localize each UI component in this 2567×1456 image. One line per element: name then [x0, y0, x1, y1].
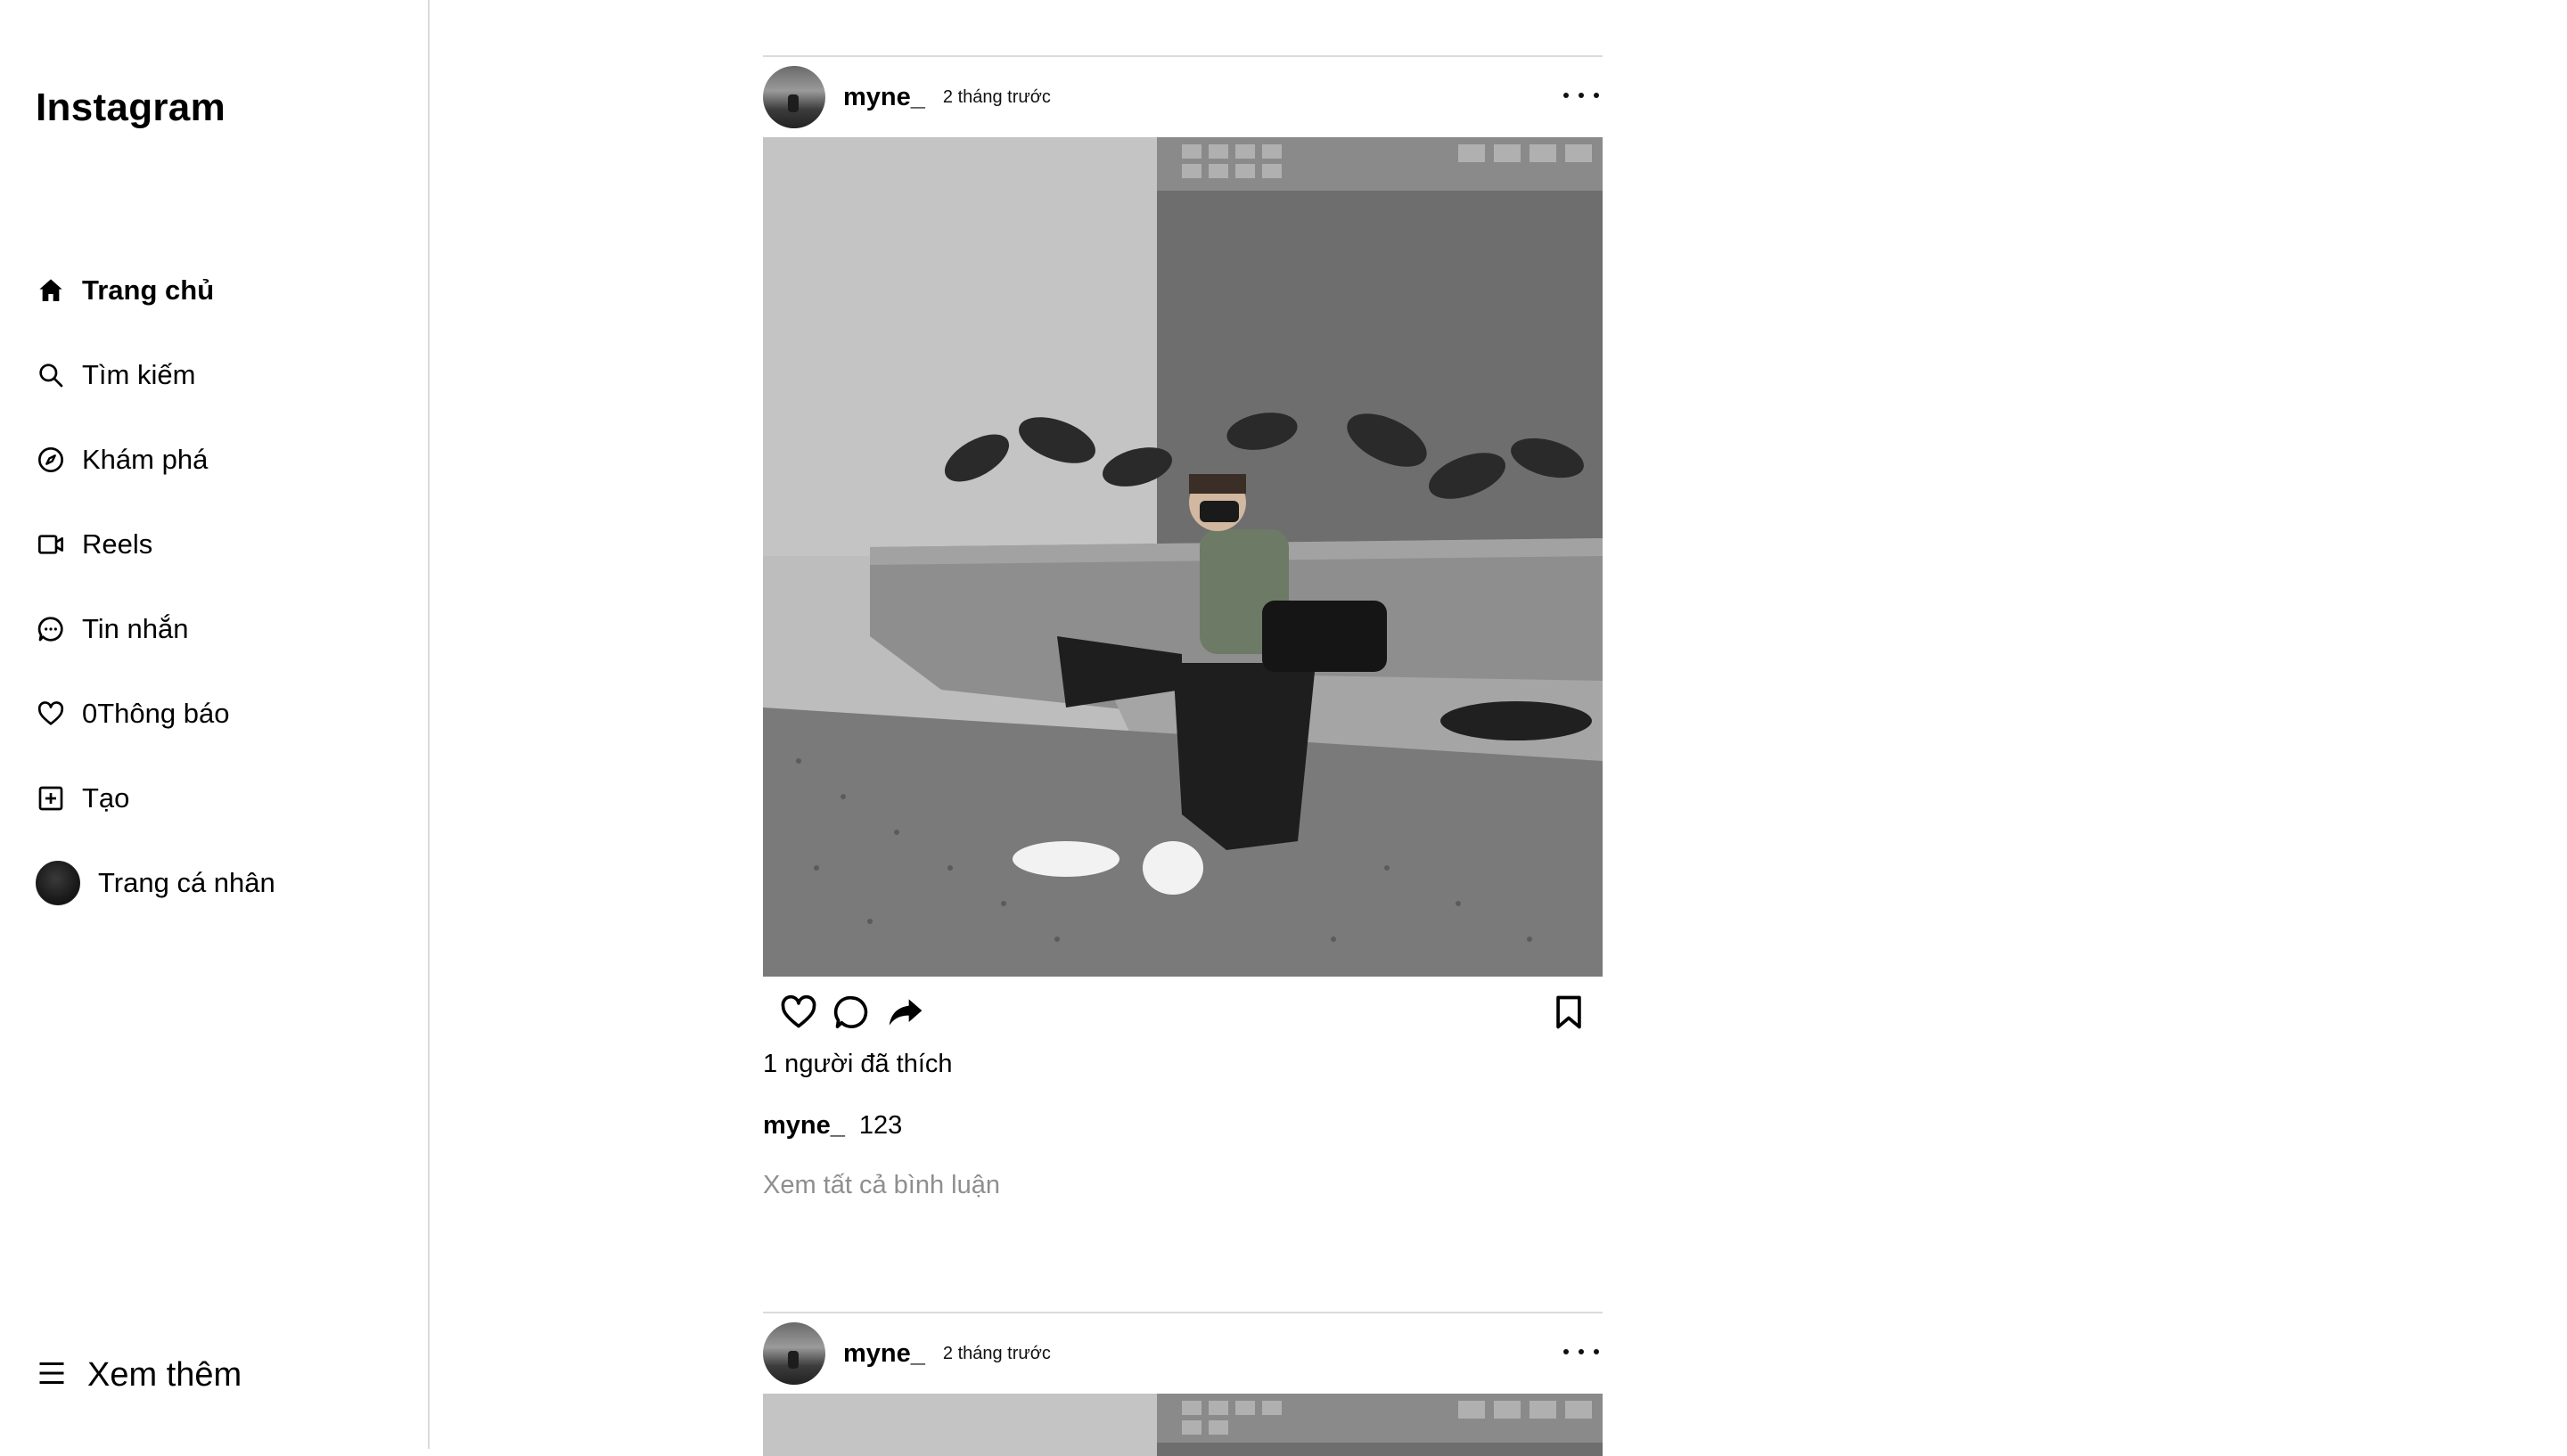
dot-icon	[1579, 1349, 1584, 1354]
message-icon	[36, 614, 66, 644]
reels-icon	[36, 529, 66, 560]
more-menu-button[interactable]: Xem thêm	[36, 1356, 242, 1395]
post-username[interactable]: myne_	[843, 83, 925, 112]
hamburger-icon	[36, 1357, 68, 1394]
sidebar-item-label: Tìm kiếm	[82, 358, 196, 390]
like-heart-icon[interactable]	[779, 993, 818, 1032]
sidebar-item-label: Reels	[82, 528, 153, 560]
sidebar-item-reels[interactable]: Reels	[36, 502, 275, 586]
sidebar: Instagram Trang chủ Tìm kiếm Khám phá Re…	[0, 0, 430, 1449]
post-image[interactable]	[763, 1394, 1603, 1456]
heart-icon	[36, 699, 66, 729]
dot-icon	[1563, 93, 1569, 98]
sidebar-item-label: Trang cá nhân	[98, 866, 275, 898]
search-icon	[36, 360, 66, 390]
post-caption: myne_ 123	[763, 1111, 1603, 1141]
instagram-logo[interactable]: Instagram	[36, 86, 226, 130]
post-header: myne_ 2 tháng trước	[763, 1313, 1603, 1394]
post-options-button[interactable]	[1563, 1338, 1599, 1365]
sidebar-item-explore[interactable]: Khám phá	[36, 417, 275, 502]
post: myne_ 2 tháng trước	[763, 55, 1603, 1200]
post-timestamp: 2 tháng trước	[942, 1343, 1051, 1363]
sidebar-item-label: Trang chủ	[82, 274, 215, 306]
share-icon[interactable]	[886, 993, 925, 1032]
sidebar-item-notifications[interactable]: 0Thông báo	[36, 671, 275, 756]
more-menu-label: Xem thêm	[87, 1356, 242, 1394]
sidebar-item-profile[interactable]: Trang cá nhân	[36, 840, 275, 925]
post-avatar[interactable]	[763, 66, 825, 128]
sidebar-item-messages[interactable]: Tin nhắn	[36, 586, 275, 671]
sidebar-item-label: Tạo	[82, 781, 130, 814]
home-icon	[36, 275, 66, 306]
post-actions	[763, 977, 1603, 1048]
dot-icon	[1579, 93, 1584, 98]
post-timestamp: 2 tháng trước	[942, 86, 1051, 107]
bookmark-icon[interactable]	[1549, 993, 1588, 1032]
comment-icon[interactable]	[832, 993, 872, 1032]
caption-username[interactable]: myne_	[763, 1111, 845, 1140]
plus-square-icon	[36, 783, 66, 814]
sidebar-item-label: Khám phá	[82, 443, 209, 475]
compass-icon	[36, 445, 66, 475]
post-username[interactable]: myne_	[843, 1339, 925, 1369]
sidebar-nav: Trang chủ Tìm kiếm Khám phá Reels Tin nh…	[36, 248, 275, 925]
post-header: myne_ 2 tháng trước	[763, 57, 1603, 137]
sidebar-item-label: Tin nhắn	[82, 612, 189, 644]
dot-icon	[1594, 1349, 1599, 1354]
view-all-comments-link[interactable]: Xem tất cả bình luận	[763, 1171, 1603, 1200]
sidebar-item-search[interactable]: Tìm kiếm	[36, 332, 275, 417]
dot-icon	[1563, 1349, 1569, 1354]
dot-icon	[1594, 93, 1599, 98]
sidebar-item-label: 0Thông báo	[82, 697, 230, 729]
sidebar-item-create[interactable]: Tạo	[36, 756, 275, 840]
likes-count[interactable]: 1 người đã thích	[763, 1050, 1603, 1079]
post-avatar[interactable]	[763, 1322, 825, 1385]
avatar	[36, 860, 80, 905]
post: myne_ 2 tháng trước	[763, 1312, 1603, 1456]
post-options-button[interactable]	[1563, 82, 1599, 109]
caption-text: 123	[858, 1111, 903, 1140]
sidebar-item-home[interactable]: Trang chủ	[36, 248, 275, 332]
post-image[interactable]	[763, 137, 1603, 977]
